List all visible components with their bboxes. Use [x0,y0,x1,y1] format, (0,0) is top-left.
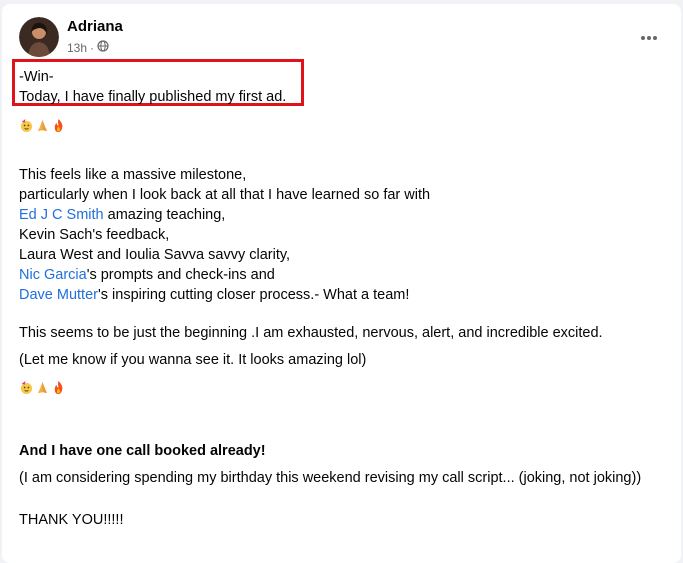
post-line-learned: particularly when I look back at all tha… [19,187,431,203]
post-line-birthday: (I am considering spending my birthday t… [19,470,642,486]
post-line-kevin: Kevin Sach's feedback, [19,227,170,243]
folded-hands-icon [35,380,50,400]
more-options-icon[interactable] [636,28,662,48]
post-line-nic: Nic Garcia's prompts and check-ins and [19,266,275,284]
author-name[interactable]: Adriana [67,18,123,35]
post-line-win: -Win- [19,69,54,85]
post-line-published: Today, I have finally published my first… [19,89,287,105]
post-line-booked: And I have one call booked already! [19,443,266,459]
fire-icon [51,380,66,400]
post-line-ed: Ed J C Smith amazing teaching, [19,206,225,224]
post-line-dave: Dave Mutter's inspiring cutting closer p… [19,286,409,304]
mention-nic-garcia[interactable]: Nic Garcia [19,267,87,283]
post-line-laura: Laura West and Ioulia Savva savvy clarit… [19,247,291,263]
emoji-row-2 [19,380,66,400]
fire-icon [51,118,66,138]
emoji-row-1 [19,118,66,138]
ed-line-text: amazing teaching, [103,207,226,223]
post-line-thanks: THANK YOU!!!!! [19,512,124,528]
post-meta: 13h · [67,40,109,55]
post-timestamp[interactable]: 13h [67,41,87,55]
party-face-icon [19,380,34,400]
meta-separator: · [90,40,95,55]
post-line-beginning: This seems to be just the beginning .I a… [19,325,603,341]
author-avatar[interactable] [19,17,59,57]
mention-ed-j-c-smith[interactable]: Ed J C Smith [19,207,104,223]
nic-line-text: 's prompts and check-ins and [86,267,275,283]
post-card: Adriana 13h · -Win- Today, I have finall… [2,4,681,563]
post-line-milestone: This feels like a massive milestone, [19,167,247,183]
globe-icon [97,40,109,55]
post-line-seeit: (Let me know if you wanna see it. It loo… [19,352,367,368]
dave-line-text: 's inspiring cutting closer process.- Wh… [97,287,410,303]
party-face-icon [19,118,34,138]
folded-hands-icon [35,118,50,138]
mention-dave-mutter[interactable]: Dave Mutter [19,287,98,303]
